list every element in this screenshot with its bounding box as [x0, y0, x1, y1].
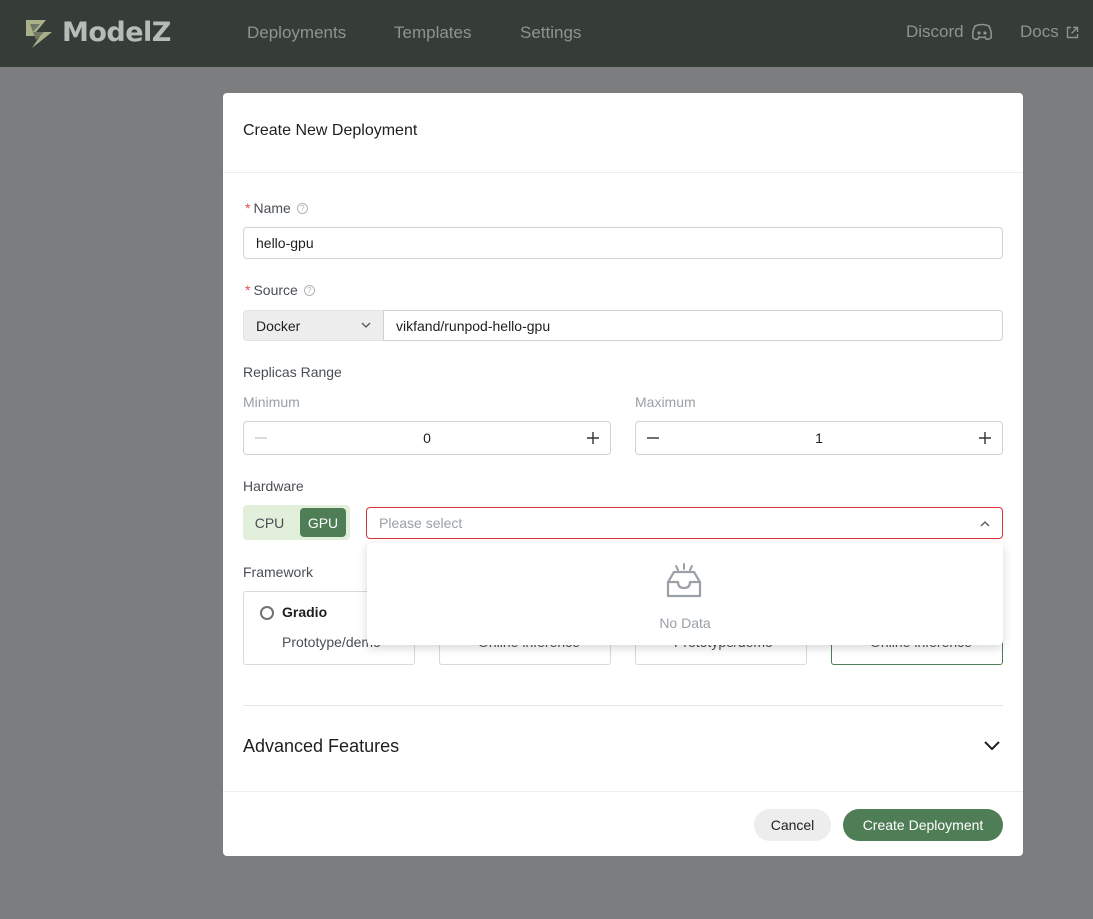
framework-label: Framework [243, 564, 314, 580]
create-deployment-button[interactable]: Create Deployment [843, 809, 1003, 841]
dialog-footer: Cancel Create Deployment [223, 791, 1023, 856]
top-nav-bar: ModelZ Deployments Templates Settings Di… [0, 0, 1093, 67]
name-label: * Name ? [245, 200, 308, 216]
hardware-select[interactable]: Please select [366, 507, 1003, 539]
hardware-label: Hardware [243, 478, 304, 494]
discord-icon [971, 23, 992, 41]
framework-card-title: Gradio [282, 604, 328, 620]
chevron-down-icon [361, 322, 371, 328]
advanced-features-toggle[interactable]: Advanced Features [243, 736, 399, 757]
dialog-title: Create New Deployment [243, 122, 418, 139]
minimum-value: 0 [423, 430, 431, 446]
nav-settings[interactable]: Settings [520, 23, 581, 43]
maximum-label: Maximum [635, 394, 696, 410]
required-mark: * [245, 282, 251, 298]
docs-label: Docs [1020, 22, 1059, 41]
discord-label: Discord [906, 22, 964, 41]
hardware-type-toggle: CPU GPU [243, 505, 350, 540]
minimum-stepper[interactable]: 0 [243, 421, 611, 455]
empty-inbox-icon [666, 563, 702, 598]
logo-text: ModelZ [62, 16, 171, 48]
hardware-dropdown-panel: No Data [367, 543, 1003, 645]
plus-icon[interactable] [585, 430, 601, 446]
gpu-option[interactable]: GPU [300, 508, 346, 537]
no-data-text: No Data [659, 615, 711, 631]
modelz-logo[interactable]: ModelZ [22, 12, 171, 52]
source-label: * Source ? [245, 282, 315, 298]
chevron-down-icon[interactable] [983, 740, 1001, 752]
maximum-value: 1 [815, 430, 823, 446]
nav-deployments[interactable]: Deployments [247, 23, 346, 43]
help-icon[interactable]: ? [303, 284, 315, 296]
source-label-text: Source [253, 282, 298, 298]
nav-templates[interactable]: Templates [394, 23, 471, 43]
source-type-value: Docker [256, 317, 301, 334]
minimum-label: Minimum [243, 394, 300, 410]
cpu-option[interactable]: CPU [247, 508, 292, 537]
docs-link[interactable]: Docs [1020, 22, 1079, 42]
source-type-select[interactable]: Docker [243, 310, 384, 341]
name-input[interactable]: hello-gpu [243, 227, 1003, 259]
discord-link[interactable]: Discord [906, 22, 993, 42]
external-link-icon [1066, 26, 1078, 38]
cancel-button[interactable]: Cancel [754, 809, 831, 841]
replicas-range-label: Replicas Range [243, 364, 342, 380]
plus-icon[interactable] [977, 430, 993, 446]
modelz-logo-icon [26, 20, 52, 48]
source-image-input[interactable]: vikfand/runpod-hello-gpu [383, 310, 1003, 341]
divider [243, 705, 1003, 706]
required-mark: * [245, 200, 251, 216]
create-deployment-dialog: Create New Deployment * Name ? hello-gpu… [223, 93, 1023, 856]
maximum-stepper[interactable]: 1 [635, 421, 1003, 455]
dialog-header: Create New Deployment [223, 93, 1023, 173]
name-label-text: Name [253, 200, 291, 216]
radio-button[interactable] [260, 606, 274, 620]
hardware-placeholder: Please select [379, 515, 463, 531]
chevron-up-icon [980, 521, 990, 527]
help-icon[interactable]: ? [296, 202, 308, 214]
